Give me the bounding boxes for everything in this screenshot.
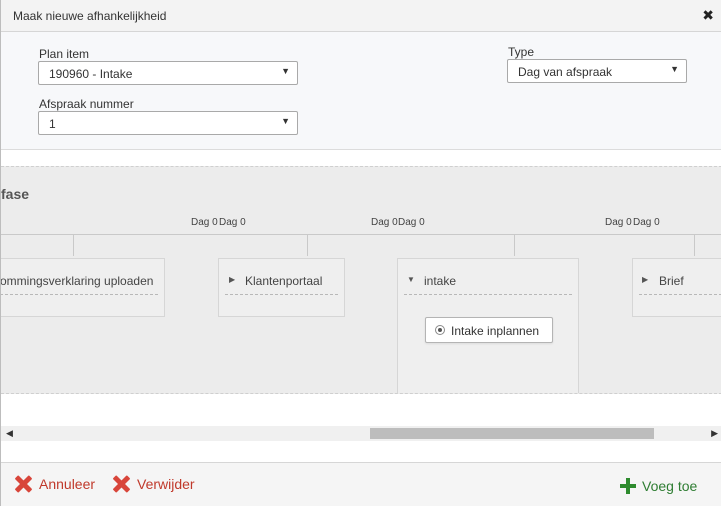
dialog-titlebar: Maak nieuwe afhankelijkheid ✖ — [1, 0, 721, 32]
chevron-down-icon: ▼ — [670, 64, 679, 74]
flow-node-klantenportaal[interactable]: ▶ Klantenportaal — [218, 258, 345, 317]
day-label: Dag 0 — [371, 217, 398, 228]
node-label: Klantenportaal — [245, 274, 323, 288]
scroll-left-icon[interactable]: ◀ — [6, 428, 13, 439]
timeline-line — [1, 234, 721, 235]
type-label: Type — [508, 45, 535, 59]
timeline-connector — [514, 234, 515, 256]
chevron-right-icon[interactable]: ▶ — [642, 275, 648, 284]
dependency-form: Plan item 190960 - Intake ▼ Afspraak num… — [1, 32, 721, 150]
radio-icon[interactable] — [435, 325, 445, 335]
day-label: Dag 0 — [191, 217, 218, 228]
add-button[interactable]: Voeg toe — [620, 478, 697, 494]
node-label: ommingsverklaring uploaden — [1, 274, 154, 288]
day-label: Dag 0 — [633, 217, 660, 228]
day-label: Dag 0 — [605, 217, 632, 228]
afspraak-nummer-value: 1 — [49, 117, 56, 131]
chevron-down-icon[interactable]: ▼ — [407, 275, 415, 284]
afspraak-nummer-label: Afspraak nummer — [39, 97, 134, 111]
dialog-title: Maak nieuwe afhankelijkheid — [13, 9, 167, 23]
timeline-connector — [73, 234, 74, 256]
node-header: ▶ Klantenportaal — [225, 259, 338, 295]
afspraak-nummer-select[interactable]: 1 ▼ — [38, 111, 298, 135]
day-label: Dag 0 — [398, 217, 425, 228]
cancel-button[interactable]: Annuleer — [13, 474, 95, 494]
scroll-right-icon[interactable]: ▶ — [711, 428, 718, 439]
close-icon[interactable]: ✖ — [702, 7, 714, 24]
type-select[interactable]: Dag van afspraak ▼ — [507, 59, 687, 83]
node-header: ▼ intake — [404, 259, 572, 295]
type-value: Dag van afspraak — [518, 65, 613, 79]
dependency-flow-canvas[interactable]: fase Dag 0 Dag 0 Dag 0 Dag 0 Dag 0 Dag 0… — [1, 166, 721, 394]
flow-node-verklaring[interactable]: ommingsverklaring uploaden — [1, 258, 165, 317]
plan-item-select[interactable]: 190960 - Intake ▼ — [38, 61, 298, 85]
chevron-down-icon: ▼ — [281, 66, 290, 76]
timeline-connector — [694, 234, 695, 256]
day-label: Dag 0 — [219, 217, 246, 228]
flow-node-intake[interactable]: ▼ intake Intake inplannen — [397, 258, 579, 393]
dialog-footer: Annuleer Verwijder Voeg toe — [1, 462, 721, 506]
node-header: ommingsverklaring uploaden — [1, 259, 158, 295]
delete-icon — [111, 474, 131, 494]
delete-label: Verwijder — [137, 476, 195, 492]
add-label: Voeg toe — [642, 478, 698, 494]
dependency-dialog: Maak nieuwe afhankelijkheid ✖ Plan item … — [0, 0, 721, 506]
timeline-connector — [307, 234, 308, 256]
delete-button[interactable]: Verwijder — [111, 474, 195, 494]
horizontal-scrollbar[interactable]: ◀ ▶ — [1, 426, 721, 441]
node-label: Brief — [659, 274, 684, 288]
plan-item-label: Plan item — [39, 47, 90, 61]
scrollbar-thumb[interactable] — [370, 428, 654, 439]
plan-item-value: 190960 - Intake — [49, 67, 133, 81]
phase-title: fase — [1, 186, 30, 202]
node-header: ▶ Brief — [639, 259, 721, 295]
close-icon — [13, 474, 33, 494]
flow-node-brief[interactable]: ▶ Brief — [632, 258, 721, 317]
task-label: Intake inplannen — [451, 324, 540, 338]
cancel-label: Annuleer — [39, 476, 96, 492]
chevron-right-icon[interactable]: ▶ — [229, 275, 235, 284]
chevron-down-icon: ▼ — [281, 116, 290, 126]
node-label: intake — [424, 274, 457, 288]
plus-icon — [620, 478, 636, 494]
task-intake-inplannen[interactable]: Intake inplannen — [425, 317, 553, 343]
